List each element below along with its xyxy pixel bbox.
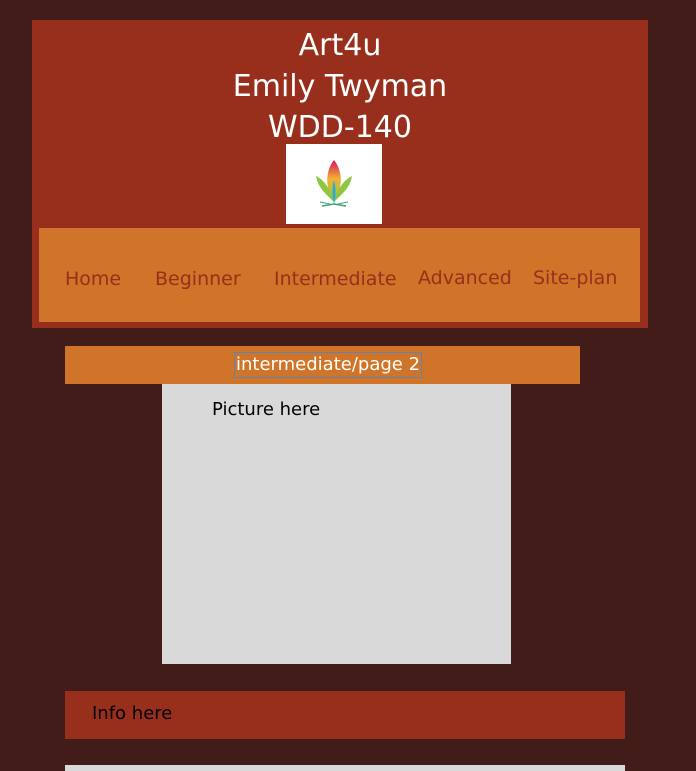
logo [286,144,382,224]
nav-item-beginner[interactable]: Beginner [155,268,241,290]
site-header: Art4u Emily Twyman WDD-140 Home Beginner… [32,20,648,328]
main-nav: Home Beginner Intermediate Advanced Site… [39,228,640,322]
author-name: Emily Twyman [232,69,448,104]
picture-placeholder: Picture here [162,384,511,664]
lotus-icon [316,160,352,207]
course-code: WDD-140 [268,110,412,145]
site-title: Art4u [298,28,382,63]
content-panel [65,765,625,771]
nav-item-advanced[interactable]: Advanced [418,267,512,289]
breadcrumb: intermediate/page 2 [65,346,580,384]
nav-item-home[interactable]: Home [65,268,121,290]
picture-label: Picture here [212,399,321,420]
breadcrumb-text[interactable]: intermediate/page 2 [234,352,423,378]
info-section: Info here [65,691,625,739]
nav-item-intermediate[interactable]: Intermediate [274,268,397,290]
nav-item-site-plan[interactable]: Site-plan [533,267,617,289]
info-label: Info here [92,703,173,724]
